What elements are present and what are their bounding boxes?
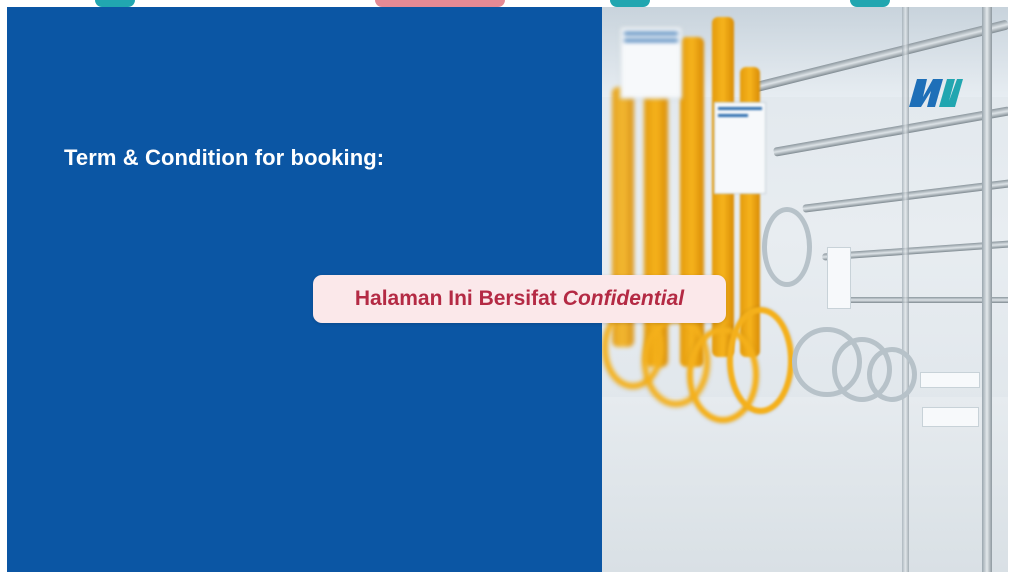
mrt-logo-icon <box>909 79 963 107</box>
top-accent-teal <box>610 0 650 7</box>
top-accent-teal <box>95 0 135 7</box>
booking-terms-heading: Term & Condition for booking: <box>64 145 385 170</box>
hand-strap-ring <box>727 307 794 414</box>
slide: Term & Condition for booking: Halaman In… <box>7 7 1008 572</box>
overhead-rail <box>773 106 1008 157</box>
ad-card <box>922 407 979 427</box>
top-accent-teal <box>850 0 890 7</box>
confidential-notice-emphasis: Confidential <box>562 287 685 310</box>
confidential-notice: Halaman Ini Bersifat Confidential <box>313 275 726 323</box>
confidential-notice-prefix: Halaman Ini Bersifat <box>354 287 557 310</box>
ad-card <box>714 102 766 194</box>
top-accent-pink <box>375 0 505 7</box>
ad-card <box>920 372 980 388</box>
ad-card <box>620 27 682 99</box>
distant-handle <box>867 347 917 402</box>
vertical-pole <box>982 7 992 572</box>
distant-handle <box>762 207 812 287</box>
ad-card <box>827 247 851 309</box>
